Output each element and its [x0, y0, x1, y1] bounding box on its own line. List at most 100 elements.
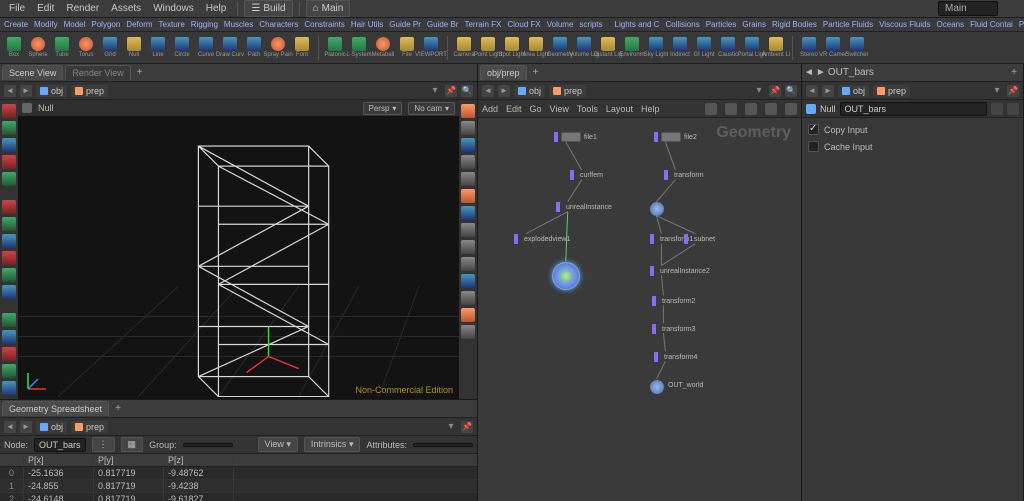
shelf-tool[interactable]: Portal Ligh [742, 34, 762, 62]
tool-icon[interactable] [2, 121, 16, 135]
crumb-prep[interactable]: prep [873, 85, 910, 97]
path-dropdown-icon[interactable]: ▾ [445, 421, 457, 432]
tab-network[interactable]: obj/prep [480, 65, 527, 80]
nav-back-icon[interactable]: ◄ [806, 85, 818, 97]
sop-node[interactable]: transform2 [652, 296, 695, 306]
shelf-tool[interactable]: Null [124, 34, 144, 62]
sop-node[interactable]: unrealInstance [556, 202, 612, 212]
checkbox[interactable] [808, 141, 819, 152]
shelf-tool[interactable]: Line [148, 34, 168, 62]
tab-render-view[interactable]: Render View [65, 65, 130, 80]
tool-icon[interactable] [2, 172, 16, 186]
shelf-tool[interactable]: L-System [349, 34, 369, 62]
sop-node[interactable]: file2 [654, 132, 697, 142]
shelf-tool[interactable]: Path [244, 34, 264, 62]
sop-node[interactable]: subnet [684, 234, 715, 244]
build-dropdown[interactable]: ☰ Build [244, 0, 292, 17]
menu-render[interactable]: Render [61, 1, 104, 16]
tool-icon[interactable] [2, 364, 16, 378]
disp-icon[interactable] [461, 257, 475, 271]
tool-icon[interactable] [2, 251, 16, 265]
param-add-tab[interactable]: + [1007, 65, 1021, 80]
menu-edit[interactable]: Edit [32, 1, 59, 16]
shelf-tool[interactable]: Caustic [718, 34, 738, 62]
help-icon[interactable] [1007, 103, 1019, 115]
net-icon[interactable] [705, 103, 717, 115]
col-header[interactable]: P[y] [94, 454, 164, 466]
disp-icon[interactable] [461, 291, 475, 305]
nav-fwd-icon[interactable]: ► [20, 421, 32, 433]
sop-node[interactable]: curlfem [570, 170, 603, 180]
shelf-tool[interactable]: Circle [172, 34, 192, 62]
net-layout[interactable]: Layout [606, 104, 633, 114]
spreadsheet-table[interactable]: P[x]P[y]P[z]0-25.16360.817719-9.487621-2… [0, 454, 477, 501]
table-row[interactable]: 2-24.61480.817719-9.61827 [0, 493, 477, 501]
col-header[interactable] [0, 454, 24, 466]
shelf-tab[interactable]: Lights and C [615, 20, 660, 29]
node-field[interactable]: OUT_bars [34, 438, 86, 452]
disp-icon[interactable] [461, 274, 475, 288]
shelf-tab[interactable]: Constraints [304, 20, 344, 29]
nav-fwd-icon[interactable]: ► [816, 67, 826, 78]
shelf-tool[interactable]: Stereo [799, 34, 819, 62]
tool-icon[interactable] [2, 268, 16, 282]
crumb-prep[interactable]: prep [71, 421, 108, 433]
crumb-prep[interactable]: prep [549, 85, 586, 97]
shelf-tool[interactable]: Camera [454, 34, 474, 62]
tool-icon[interactable] [2, 104, 16, 118]
shelf-tab[interactable]: Guide Br [427, 20, 459, 29]
shelf-tool[interactable]: Torus [76, 34, 96, 62]
shelf-tab[interactable]: scripts [579, 20, 602, 29]
disp-icon[interactable] [461, 206, 475, 220]
sop-node[interactable]: transform3 [652, 324, 695, 334]
shelf-tab[interactable]: Terrain FX [464, 20, 501, 29]
viewport-3d[interactable]: Non-Commercial Edition [18, 116, 459, 399]
tool-icon[interactable] [2, 381, 16, 395]
shelf-tool[interactable]: Curve [196, 34, 216, 62]
cam-dropdown[interactable]: No cam ▾ [408, 102, 455, 115]
gear-icon[interactable] [991, 103, 1003, 115]
scene-add-tab[interactable]: + [133, 65, 147, 80]
shelf-tab[interactable]: Grains [742, 20, 766, 29]
nav-back-icon[interactable]: ◄ [482, 85, 494, 97]
param-name-field[interactable]: OUT_bars [840, 102, 987, 116]
nav-fwd-icon[interactable]: ► [822, 85, 834, 97]
nav-back-icon[interactable]: ◄ [804, 67, 814, 78]
shelf-tool[interactable]: Grid [100, 34, 120, 62]
shelf-tool[interactable]: File [397, 34, 417, 62]
shelf-tab[interactable]: Polygon [91, 20, 120, 29]
main-desktop-dropdown[interactable]: ⌂ Main [306, 0, 351, 17]
menu-assets[interactable]: Assets [106, 1, 146, 16]
shelf-tool[interactable]: Spray Pain [268, 34, 288, 62]
shelf-tool[interactable]: Draw Curv [220, 34, 240, 62]
shelf-tab[interactable]: Guide Pr [389, 20, 421, 29]
disp-icon[interactable] [461, 104, 475, 118]
shelf-tool[interactable]: Indirect [670, 34, 690, 62]
shelf-tool[interactable]: Geometry [550, 34, 570, 62]
crumb-outbars[interactable]: OUT_bars [828, 67, 874, 78]
net-edit[interactable]: Edit [506, 104, 522, 114]
net-help[interactable]: Help [641, 104, 660, 114]
shelf-tool[interactable]: Area Light [526, 34, 546, 62]
checkbox[interactable] [808, 124, 819, 135]
shelf-tool[interactable]: Platonic [325, 34, 345, 62]
menu-help[interactable]: Help [201, 1, 232, 16]
shelf-tool[interactable]: Ambient Li [766, 34, 786, 62]
shelf-tool[interactable]: Point Light [478, 34, 498, 62]
path-dropdown-icon[interactable]: ▾ [429, 85, 441, 96]
shelf-tab[interactable]: Model [64, 20, 86, 29]
shelf-tool[interactable]: Environm [622, 34, 642, 62]
merge-node[interactable] [650, 202, 664, 216]
pin-icon[interactable]: 📌 [1007, 85, 1019, 97]
spreadsheet-add-tab[interactable]: + [111, 401, 125, 416]
shelf-tab[interactable]: Oceans [937, 20, 965, 29]
main-field[interactable]: Main [938, 1, 998, 16]
col-header[interactable]: P[z] [164, 454, 234, 466]
crumb-obj[interactable]: obj [838, 85, 869, 97]
table-row[interactable]: 1-24.8550.817719-9.4238 [0, 480, 477, 493]
menu-windows[interactable]: Windows [148, 1, 199, 16]
disp-icon[interactable] [461, 121, 475, 135]
attributes-field[interactable] [413, 443, 473, 447]
shelf-tab[interactable]: Characters [259, 20, 298, 29]
shelf-tab[interactable]: Rigid Bodies [772, 20, 817, 29]
